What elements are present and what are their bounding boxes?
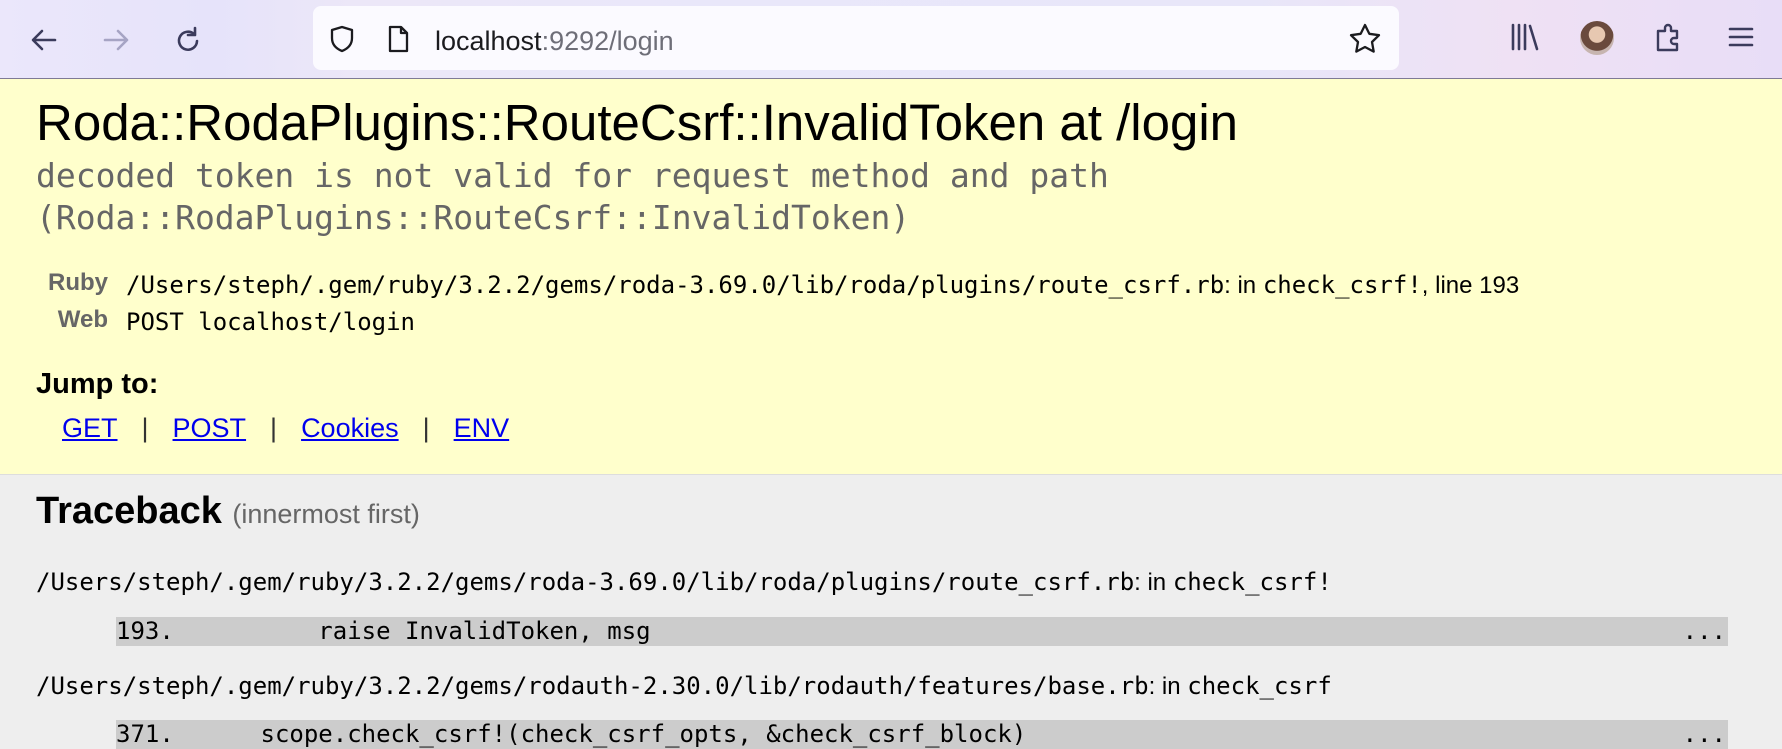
extensions-icon[interactable]	[1652, 20, 1686, 54]
ruby-in: : in	[1224, 272, 1263, 299]
jump-to-heading: Jump to:	[36, 368, 159, 400]
reload-icon	[177, 26, 199, 51]
traceback-heading: Traceback (innermost first)	[36, 490, 420, 533]
url-text[interactable]: localhost:9292/login	[435, 26, 674, 57]
ruby-line: , line 193	[1421, 272, 1520, 299]
code-context-line[interactable]: 371. scope.check_csrf!(check_csrf_opts, …	[116, 720, 1728, 749]
web-row: Web	[0, 306, 108, 336]
shield-icon[interactable]	[327, 24, 357, 54]
ruby-row: Ruby	[0, 269, 108, 299]
frame-path[interactable]: /Users/steph/.gem/ruby/3.2.2/gems/rodaut…	[36, 672, 1332, 701]
frame-file: /Users/steph/.gem/ruby/3.2.2/gems/rodaut…	[36, 672, 1149, 700]
code-text: raise InvalidToken, msg	[173, 617, 651, 645]
frame-file: /Users/steph/.gem/ruby/3.2.2/gems/roda-3…	[36, 568, 1135, 596]
separator: |	[270, 413, 278, 443]
separator: |	[141, 413, 149, 443]
ruby-path: /Users/steph/.gem/ruby/3.2.2/gems/roda-3…	[126, 271, 1225, 299]
ruby-method: check_csrf!	[1262, 271, 1422, 299]
url-bar[interactable]: localhost:9292/login	[313, 6, 1399, 70]
account-avatar[interactable]	[1580, 21, 1614, 55]
error-message: decoded token is not valid for request m…	[36, 156, 1109, 237]
jump-links: GET | POST | Cookies | ENV	[62, 413, 509, 444]
url-host: localhost	[435, 26, 542, 56]
jump-link-get[interactable]: GET	[62, 413, 118, 443]
code-context-line[interactable]: 193. raise InvalidToken, msg...	[116, 617, 1728, 646]
page-title: Roda::RodaPlugins::RouteCsrf::InvalidTok…	[36, 94, 1239, 151]
separator: |	[422, 413, 430, 443]
reload-button[interactable]	[168, 20, 208, 60]
frame-in: : in	[1148, 673, 1188, 700]
web-label: Web	[57, 306, 108, 333]
traceback-subtitle: (innermost first)	[232, 499, 420, 529]
expand-context-button[interactable]: ...	[1683, 617, 1726, 646]
jump-link-cookies[interactable]: Cookies	[301, 413, 399, 443]
line-number: 193.	[116, 617, 174, 645]
frame-method: check_csrf!	[1172, 568, 1332, 596]
web-request: POST localhost/login	[126, 308, 415, 336]
menu-icon[interactable]	[1724, 20, 1758, 54]
forward-button[interactable]	[96, 20, 136, 60]
url-path: :9292/login	[541, 26, 674, 56]
line-number: 371.	[116, 720, 174, 748]
back-arrow-icon	[31, 29, 57, 51]
page-icon[interactable]	[383, 24, 413, 54]
error-summary: Roda::RodaPlugins::RouteCsrf::InvalidTok…	[0, 79, 1782, 475]
ruby-label: Ruby	[48, 269, 108, 296]
frame-method: check_csrf	[1187, 672, 1332, 700]
jump-link-env[interactable]: ENV	[454, 413, 510, 443]
forward-arrow-icon	[103, 29, 129, 51]
frame-path[interactable]: /Users/steph/.gem/ruby/3.2.2/gems/roda-3…	[36, 568, 1332, 597]
library-icon[interactable]	[1508, 20, 1542, 54]
frame-in: : in	[1134, 569, 1173, 596]
back-button[interactable]	[24, 20, 64, 60]
browser-toolbar: localhost:9292/login	[0, 0, 1782, 79]
bookmark-star-icon[interactable]	[1348, 22, 1382, 56]
traceback-title: Traceback	[36, 490, 222, 532]
jump-link-post[interactable]: POST	[173, 413, 247, 443]
code-text: scope.check_csrf!(check_csrf_opts, &chec…	[173, 720, 1027, 748]
expand-context-button[interactable]: ...	[1683, 720, 1726, 749]
ruby-location: /Users/steph/.gem/ruby/3.2.2/gems/roda-3…	[126, 271, 1519, 300]
